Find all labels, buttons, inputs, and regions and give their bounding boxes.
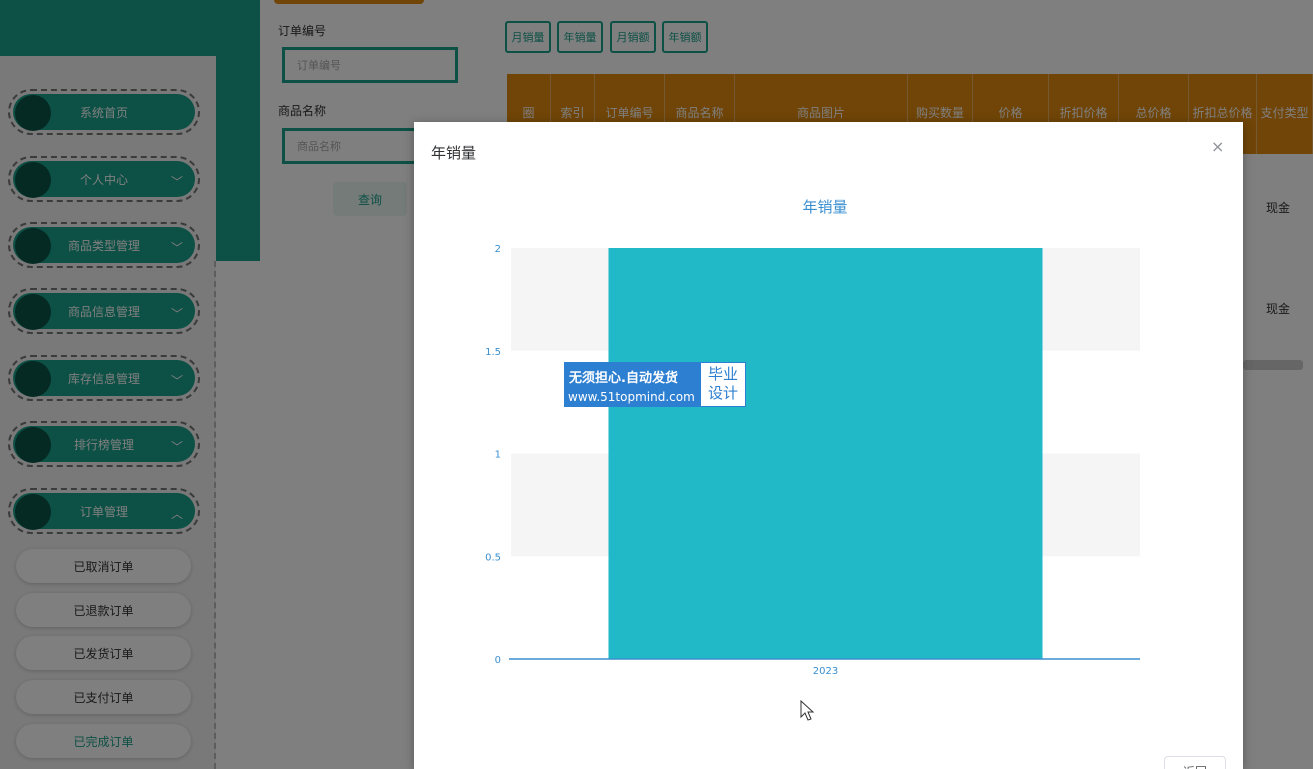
chart-dialog: 年销量 × 年销量 00.511.52 2023 返回 [414,122,1243,769]
chart-title: 年销量 [802,198,847,216]
y-tick-label: 0.5 [485,552,501,563]
watermark-banner: 无须担心.自动发货 www.51topmind.com [564,362,700,407]
mouse-cursor-icon [800,700,815,721]
y-tick-label: 2 [495,244,501,255]
return-button[interactable]: 返回 [1164,756,1226,769]
watermark-text: 无须担心.自动发货 [569,371,678,386]
bar-2023[interactable] [608,248,1043,659]
yearly-sales-chart: 年销量 0 0.5 1 1.5 2 2023 [485,198,1140,677]
y-tick-label: 1.5 [485,347,501,358]
y-tick-label: 0 [495,655,501,666]
watermark-badge: 毕业设计 [700,362,746,407]
x-tick-label: 2023 [813,666,838,677]
watermark-url: www.51topmind.com [568,390,695,404]
y-tick-label: 1 [495,450,501,461]
